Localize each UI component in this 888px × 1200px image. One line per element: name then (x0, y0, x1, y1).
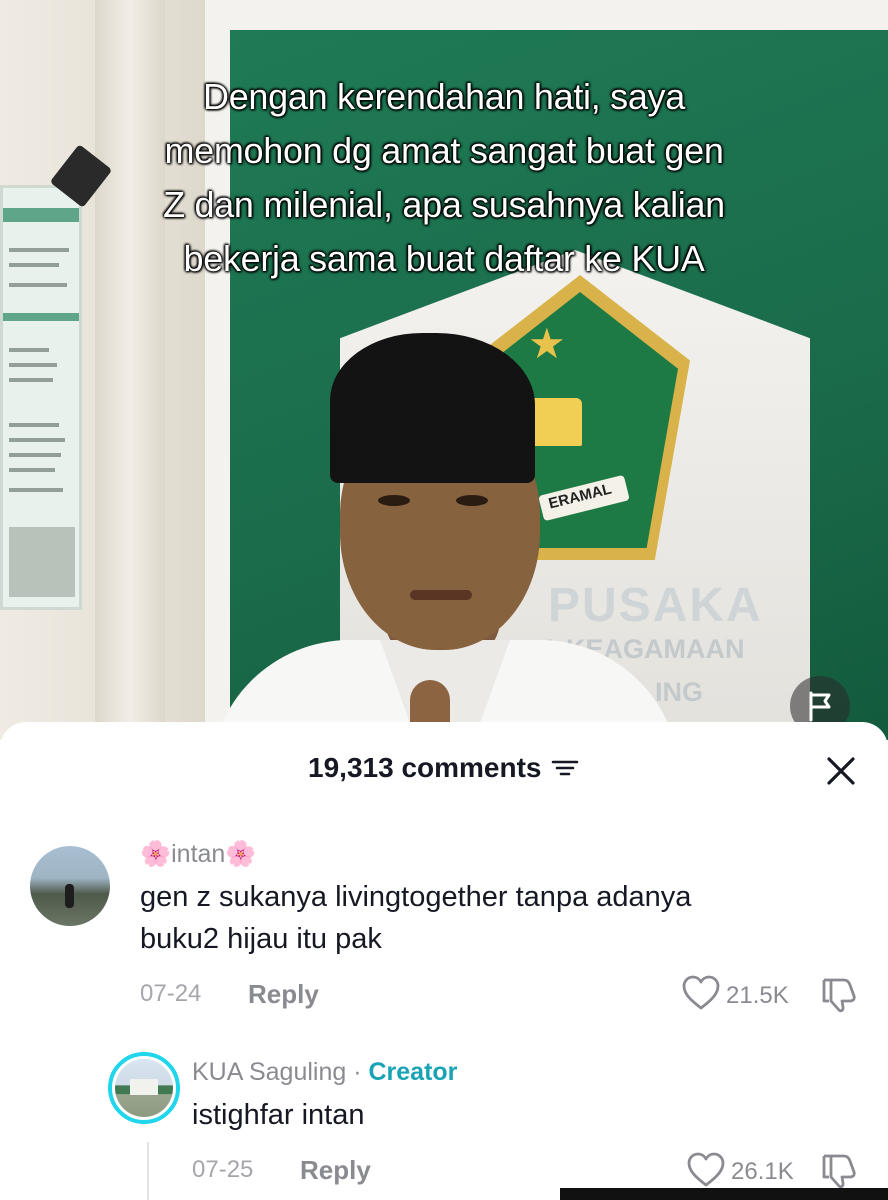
like-count: 21.5K (726, 982, 789, 1009)
person-eye-right (456, 495, 488, 506)
separator-dot: · (346, 1058, 369, 1086)
caption-line: Z dan milenial, apa susahnya kalian (163, 184, 725, 225)
heart-icon[interactable] (681, 975, 721, 1011)
comment-date: 07-25 (192, 1156, 254, 1183)
person-mouth (410, 590, 472, 600)
reply-button[interactable]: Reply (248, 979, 319, 1010)
comment-date: 07-24 (140, 980, 202, 1007)
comment-text-line: gen z sukanya livingtogether tanpa adany… (140, 881, 692, 913)
caption-line: Dengan kerendahan hati, saya (203, 76, 685, 117)
reply-button[interactable]: Reply (300, 1155, 371, 1186)
thumbs-down-icon[interactable] (820, 1152, 860, 1190)
sort-icon[interactable] (550, 757, 580, 779)
comments-sheet: 19,313 comments (0, 722, 888, 1200)
creator-name[interactable]: KUA Saguling (192, 1058, 346, 1086)
input-bar-edge (560, 1188, 888, 1200)
video-caption: Dengan kerendahan hati, saya memohon dg … (90, 70, 798, 286)
comment-username[interactable]: KUA Saguling · Creator (192, 1058, 457, 1087)
avatar[interactable] (30, 846, 110, 926)
sign-text: PUSAKA (548, 579, 763, 632)
comments-count: 19,313 comments (308, 752, 542, 783)
thumbs-down-icon[interactable] (820, 976, 860, 1014)
comments-header: 19,313 comments (0, 722, 888, 820)
avatar[interactable] (115, 1059, 173, 1117)
caption-line: memohon dg amat sangat buat gen (164, 130, 724, 171)
comment-text-line: buku2 hijau itu pak (140, 923, 382, 955)
sign-text-tertiary: ING (655, 677, 704, 707)
comment-text: istighfar intan (192, 1099, 365, 1131)
comment-username[interactable]: 🌸intan🌸 (140, 840, 256, 869)
comment-text: gen z sukanya livingtogether tanpa adany… (140, 876, 691, 960)
flag-icon (809, 691, 831, 722)
video-player[interactable]: ★ ERAMAL PUSAKA A KEAGAMAAN ING Dengan k… (0, 0, 888, 740)
person-cap (330, 333, 535, 483)
emblem-star-icon: ★ (528, 320, 566, 367)
like-count: 26.1K (731, 1158, 794, 1185)
person-eye-left (378, 495, 410, 506)
close-icon[interactable] (822, 752, 860, 790)
creator-badge: Creator (368, 1058, 458, 1086)
heart-icon[interactable] (686, 1152, 726, 1188)
caption-line: bekerja sama buat daftar ke KUA (183, 238, 705, 279)
thread-line (147, 1142, 149, 1200)
background-poster (0, 185, 82, 610)
